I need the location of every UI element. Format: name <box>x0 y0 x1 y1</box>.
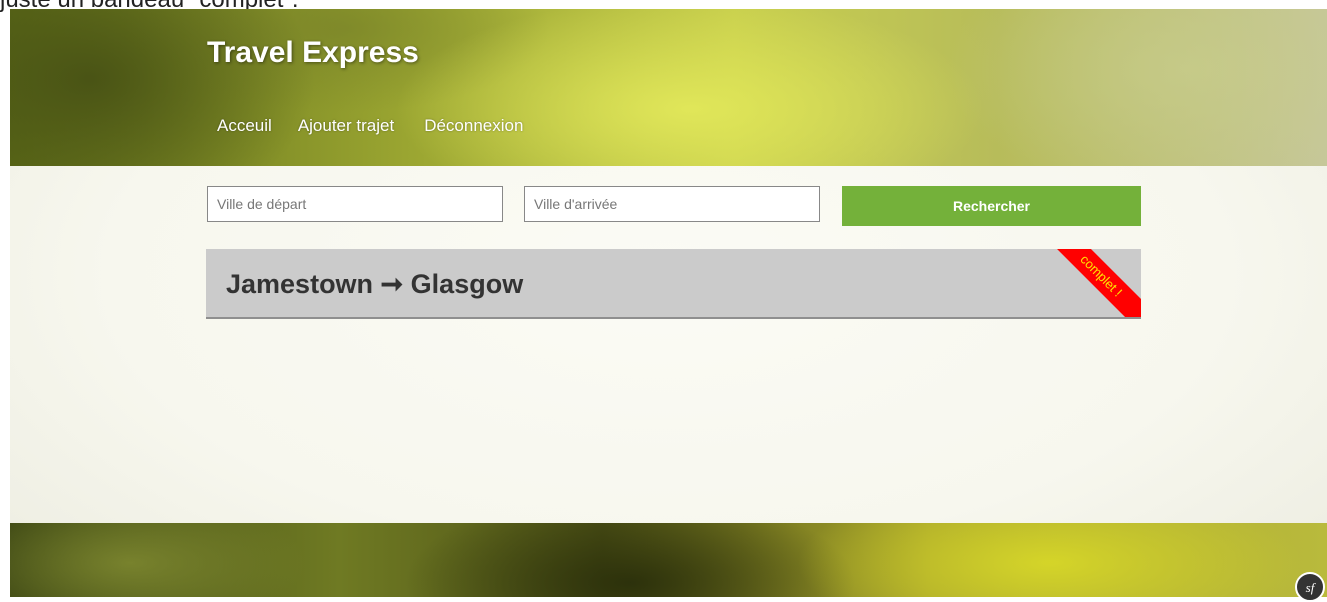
trip-route-title: Jamestown ➞ Glasgow <box>226 269 524 299</box>
symfony-icon[interactable]: sf <box>1295 572 1325 602</box>
main-nav: Acceuil Ajouter trajet Déconnexion <box>217 116 549 136</box>
footer <box>10 523 1327 597</box>
trip-card[interactable]: Jamestown ➞ Glasgow complet ! <box>206 249 1141 319</box>
header: Travel Express Acceuil Ajouter trajet Dé… <box>10 9 1327 166</box>
full-badge-ribbon: complet ! <box>1035 249 1141 317</box>
brand-title: Travel Express <box>207 36 419 69</box>
search-button[interactable]: Rechercher <box>842 186 1141 226</box>
arrival-city-input[interactable] <box>524 186 820 222</box>
nav-item-home[interactable]: Acceuil <box>217 116 272 136</box>
nav-item-logout[interactable]: Déconnexion <box>424 116 523 136</box>
page: Travel Express Acceuil Ajouter trajet Dé… <box>10 9 1327 597</box>
departure-city-input[interactable] <box>207 186 503 222</box>
nav-item-add-trip[interactable]: Ajouter trajet <box>298 116 394 136</box>
